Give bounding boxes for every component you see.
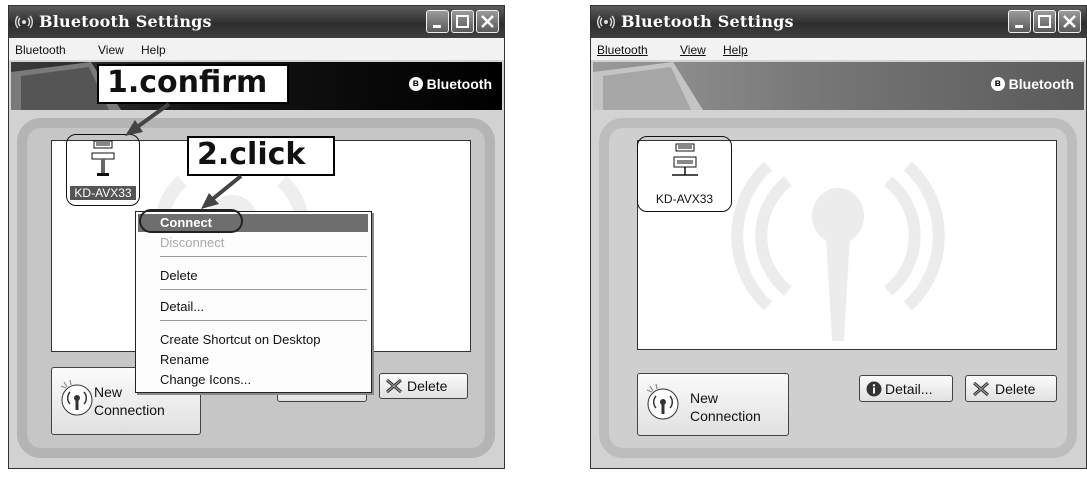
info-icon bbox=[866, 381, 882, 397]
menu-view[interactable]: View bbox=[680, 43, 706, 57]
bluetooth-banner: ʙ Bluetooth bbox=[593, 62, 1084, 110]
menu-bar: Bluetooth View Help bbox=[591, 38, 1086, 60]
delete-x-icon bbox=[973, 381, 989, 397]
new-connection-label-line1: New bbox=[690, 390, 719, 406]
delete-label: Delete bbox=[995, 381, 1036, 397]
maximize-button[interactable] bbox=[1033, 10, 1056, 33]
minimize-icon bbox=[1015, 25, 1023, 28]
new-connection-label-line2: Connection bbox=[690, 408, 761, 424]
bluetooth-antenna-icon bbox=[597, 15, 615, 29]
bluetooth-brand-text: Bluetooth bbox=[1008, 76, 1074, 92]
annotation-arrows bbox=[125, 102, 243, 209]
device-label: KD-AVX33 bbox=[655, 192, 714, 206]
device-icon bbox=[672, 143, 698, 176]
bluetooth-settings-window-left: Bluetooth Settings Bluetooth View Help ʙ… bbox=[8, 5, 505, 469]
detail-label: Detail... bbox=[885, 381, 933, 397]
minimize-button[interactable] bbox=[1008, 10, 1031, 33]
bluetooth-logo-icon: ʙ bbox=[990, 77, 1005, 91]
new-connection-icon bbox=[646, 384, 679, 420]
close-icon bbox=[1063, 15, 1076, 28]
device-kd-avx33[interactable]: KD-AVX33 bbox=[637, 136, 732, 212]
new-connection-button[interactable]: New Connection bbox=[637, 373, 789, 436]
detail-button[interactable]: Detail... bbox=[859, 375, 953, 402]
bluetooth-logo: ʙ Bluetooth bbox=[990, 76, 1074, 92]
menu-bluetooth[interactable]: Bluetooth bbox=[597, 43, 648, 57]
menu-help[interactable]: Help bbox=[723, 43, 748, 57]
close-button[interactable] bbox=[1058, 10, 1081, 33]
delete-button[interactable]: Delete bbox=[965, 375, 1057, 402]
maximize-icon bbox=[1038, 15, 1051, 28]
bluetooth-settings-window-right: Bluetooth Settings Bluetooth View Help ʙ… bbox=[590, 5, 1087, 469]
title-bar[interactable]: Bluetooth Settings bbox=[591, 6, 1086, 38]
arrow-to-connect bbox=[207, 174, 243, 204]
window-title: Bluetooth Settings bbox=[621, 12, 794, 31]
